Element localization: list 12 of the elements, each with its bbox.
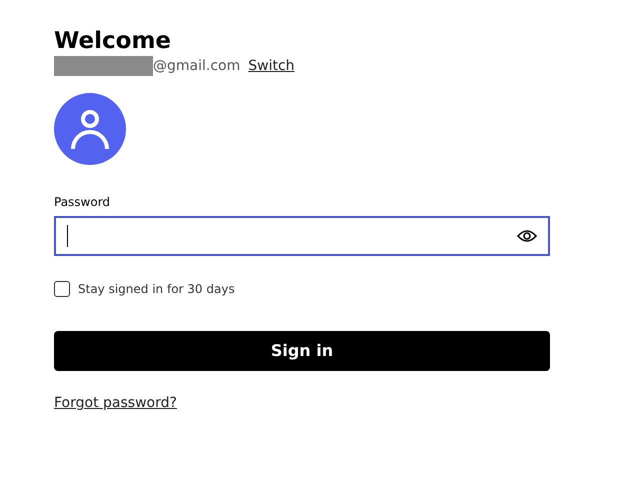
eye-icon[interactable]	[517, 229, 537, 243]
checkbox-label: Stay signed in for 30 days	[78, 281, 235, 298]
sign-in-button[interactable]: Sign in	[54, 331, 550, 371]
page-heading: Welcome	[54, 27, 172, 55]
avatar-icon	[54, 93, 126, 165]
forgot-password-link[interactable]: Forgot password?	[54, 393, 177, 414]
password-field[interactable]	[54, 216, 550, 256]
text-cursor	[67, 225, 68, 247]
switch-link[interactable]: Switch	[248, 56, 295, 76]
checkbox[interactable]	[54, 281, 70, 297]
email-text: @gmail.com	[153, 56, 240, 76]
field-label: Password	[54, 194, 110, 210]
